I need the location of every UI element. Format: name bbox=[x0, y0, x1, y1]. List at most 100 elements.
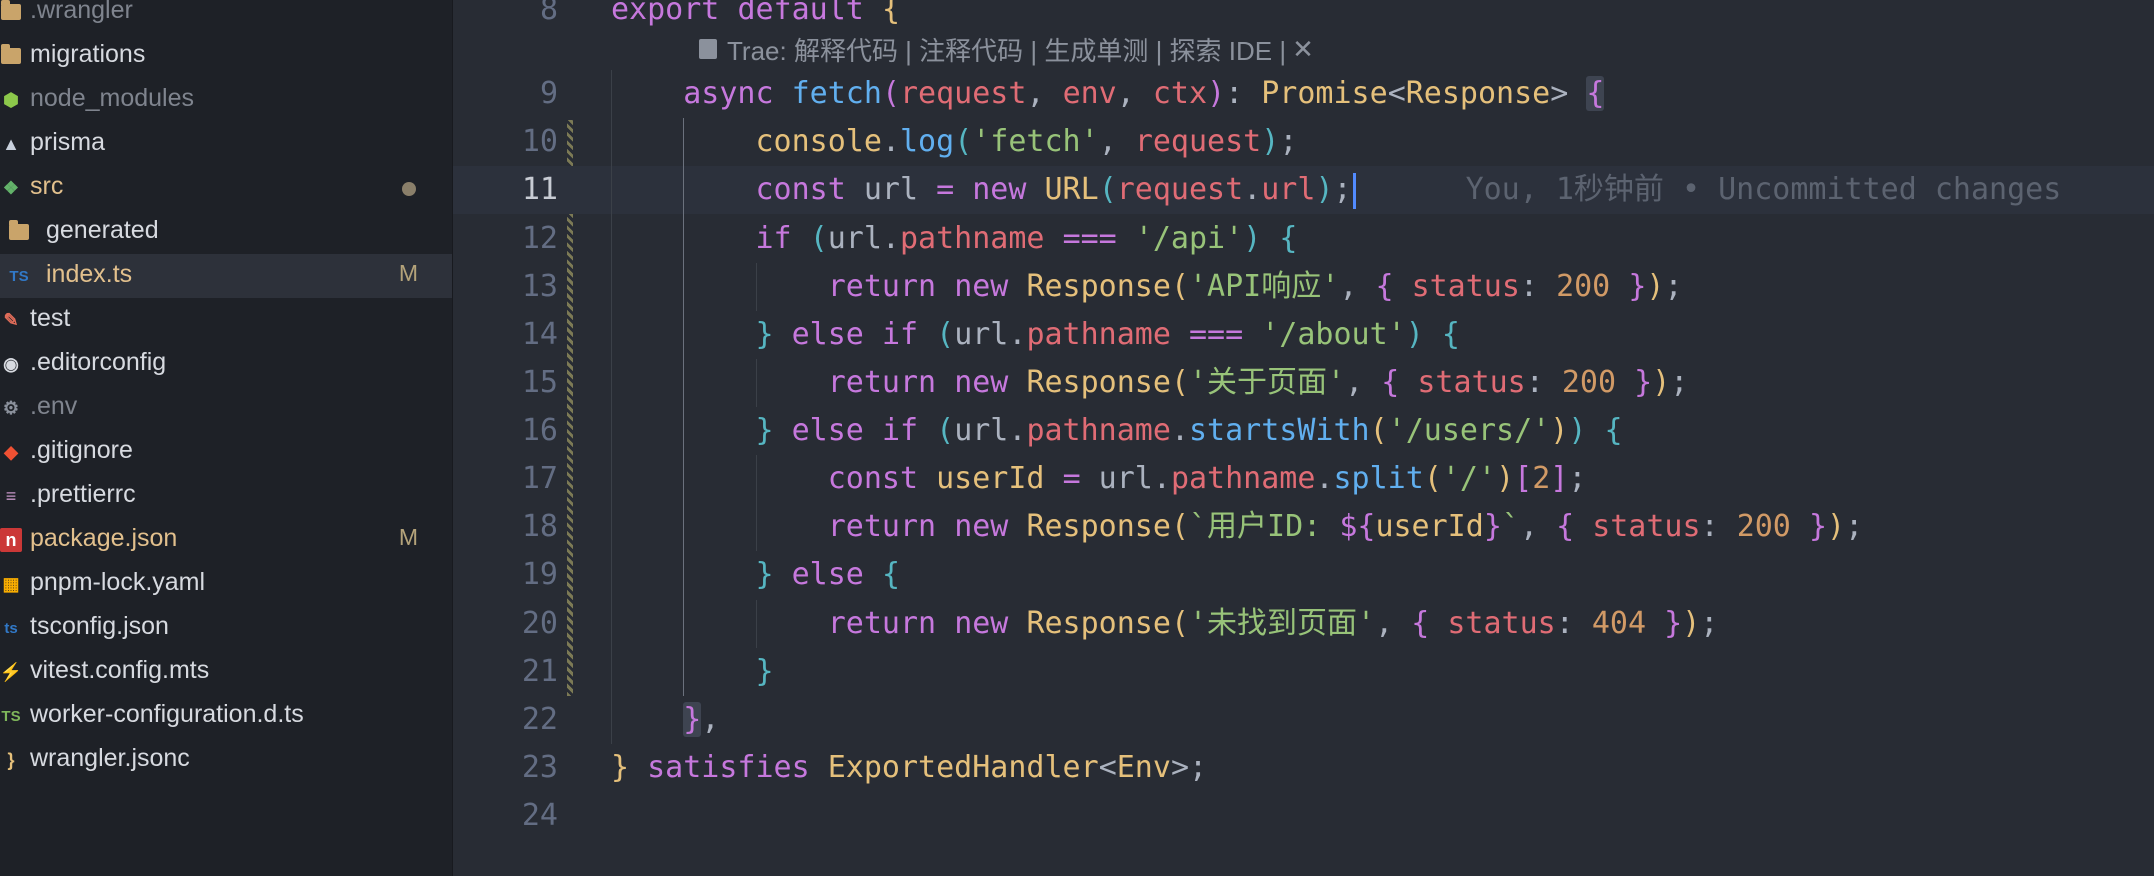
code-line[interactable]: 8 export default { bbox=[453, 0, 2154, 34]
typescript-def-icon: TS bbox=[1, 707, 21, 725]
code-line[interactable]: 19 } else { bbox=[453, 551, 2154, 599]
code-token: log bbox=[900, 124, 955, 160]
code-line[interactable]: 20 return new Response('未找到页面', { status… bbox=[453, 600, 2154, 648]
indent-guide bbox=[755, 599, 757, 648]
code-token: new bbox=[954, 364, 1009, 400]
code-token: < bbox=[1098, 749, 1117, 785]
tree-item-label: package.json bbox=[30, 524, 178, 552]
git-status-badge: M bbox=[398, 260, 418, 286]
tree-item-label: .wrangler bbox=[30, 0, 133, 24]
code-line[interactable]: 10 console.log('fetch', request); bbox=[453, 118, 2154, 166]
tree-item-label: vitest.config.mts bbox=[30, 656, 210, 684]
code-token: ) bbox=[1652, 364, 1671, 400]
code-line[interactable]: 9 async fetch(request, env, ctx): Promis… bbox=[453, 70, 2154, 118]
code-token: { bbox=[1375, 268, 1394, 304]
tree-item-label: migrations bbox=[30, 40, 146, 68]
code-line[interactable]: 15 return new Response('关于页面', { status:… bbox=[453, 359, 2154, 407]
tree-item-prettierrc[interactable]: ≡ .prettierrc bbox=[0, 474, 452, 518]
code-token: } bbox=[1634, 364, 1653, 400]
code-token: ) bbox=[1243, 220, 1262, 256]
code-line[interactable]: 18 return new Response(`用户ID: ${userId}`… bbox=[453, 503, 2154, 551]
tree-item-label: tsconfig.json bbox=[30, 612, 169, 640]
line-number: 20 bbox=[521, 605, 558, 641]
tree-item-env[interactable]: ⚙ .env bbox=[0, 386, 452, 430]
gear-icon: ⚙ bbox=[2, 397, 20, 418]
line-number: 9 bbox=[539, 76, 558, 112]
tree-item-generated[interactable]: generated bbox=[0, 210, 452, 254]
code-token: : bbox=[1225, 76, 1262, 112]
code-editor[interactable]: Trae: 解释代码 | 注释代码 | 生成单测 | 探索 IDE | ✕ 8 e… bbox=[453, 0, 2154, 876]
code-token: , bbox=[1345, 364, 1382, 400]
code-token: `用户ID: bbox=[1189, 509, 1340, 545]
code-token: ) bbox=[1315, 172, 1334, 208]
code-token: } bbox=[1628, 268, 1647, 304]
code-token: } bbox=[1483, 509, 1502, 545]
tree-item-vitest-config-mts[interactable]: ⚡ vitest.config.mts bbox=[0, 650, 452, 694]
code-token: status bbox=[1417, 364, 1526, 400]
code-token: Response bbox=[1026, 509, 1171, 545]
code-line[interactable]: 11 const url = new URL(request.url); You,… bbox=[453, 166, 2154, 215]
code-token: . bbox=[1170, 413, 1189, 448]
code-line[interactable]: 13 return new Response('API响应', { status… bbox=[453, 263, 2154, 311]
code-token: async bbox=[683, 76, 774, 112]
indent-guide bbox=[755, 455, 757, 552]
code-line[interactable]: 14 } else if (url.pathname === '/about')… bbox=[453, 311, 2154, 359]
tree-item-node-modules[interactable]: ⬢ node_modules bbox=[0, 78, 452, 122]
code-line[interactable]: 12 if (url.pathname === '/api') { bbox=[453, 215, 2154, 263]
tree-item-prisma[interactable]: ▲ prisma bbox=[0, 122, 452, 166]
tree-item-label: .editorconfig bbox=[30, 348, 167, 376]
tree-item-editorconfig[interactable]: ◉ .editorconfig bbox=[0, 342, 452, 386]
tree-item-tsconfig-json[interactable]: ts tsconfig.json bbox=[0, 606, 452, 650]
tree-item-wrangler[interactable]: .wrangler bbox=[0, 0, 452, 34]
code-token: 2 bbox=[1532, 461, 1551, 497]
prisma-icon: ▲ bbox=[2, 133, 20, 154]
tree-item-test[interactable]: ✎ test bbox=[0, 298, 452, 342]
code-token: new bbox=[954, 268, 1009, 304]
code-line[interactable]: 22 }, bbox=[453, 696, 2154, 744]
code-token: [ bbox=[1514, 461, 1533, 497]
tree-item-index-ts[interactable]: TS index.ts M bbox=[0, 254, 452, 298]
tree-item-pnpm-lock-yaml[interactable]: ▦ pnpm-lock.yaml bbox=[0, 562, 452, 606]
code-token: , bbox=[1098, 124, 1135, 160]
code-token: . bbox=[1315, 461, 1334, 497]
pnpm-icon: ▦ bbox=[2, 573, 20, 594]
close-icon[interactable]: ✕ bbox=[1292, 34, 1314, 65]
tree-item-wrangler-jsonc[interactable]: } wrangler.jsonc bbox=[0, 738, 452, 782]
code-token: ( bbox=[1170, 509, 1189, 545]
code-line[interactable]: 23} satisfies ExportedHandler<Env>; bbox=[453, 744, 2154, 792]
line-number: 15 bbox=[521, 364, 558, 400]
tree-item-package-json[interactable]: n package.json M bbox=[0, 518, 452, 562]
code-line[interactable]: 16 } else if (url.pathname.startsWith('/… bbox=[453, 407, 2154, 455]
line-number: 11 bbox=[521, 172, 558, 208]
code-token: ( bbox=[1170, 605, 1189, 641]
typescript-icon: TS bbox=[9, 267, 29, 285]
code-line[interactable]: 21 } bbox=[453, 648, 2154, 696]
codelens-actions[interactable]: Trae: 解释代码 | 注释代码 | 生成单测 | 探索 IDE | bbox=[727, 31, 1286, 68]
line-number: 22 bbox=[521, 701, 558, 737]
code-token: ; bbox=[1700, 605, 1719, 641]
code-token: URL bbox=[1044, 172, 1099, 208]
code-token: , bbox=[1339, 268, 1376, 304]
tree-item-worker-configuration-d-ts[interactable]: TS worker-configuration.d.ts bbox=[0, 694, 452, 738]
tree-item-src[interactable]: ❖ src bbox=[0, 166, 452, 210]
code-token: request bbox=[1134, 124, 1262, 160]
tree-item-label: .prettierrc bbox=[30, 480, 136, 508]
code-token: ) bbox=[1261, 124, 1280, 160]
tree-item-gitignore[interactable]: ◆ .gitignore bbox=[0, 430, 452, 474]
tree-item-migrations[interactable]: migrations bbox=[0, 34, 452, 78]
code-line[interactable]: 24 bbox=[453, 792, 2154, 840]
node-icon: ⬢ bbox=[3, 89, 19, 110]
code-token: ) bbox=[1682, 605, 1701, 641]
code-line[interactable]: 17 const userId = url.pathname.split('/'… bbox=[453, 455, 2154, 503]
tsconfig-icon: ts bbox=[4, 619, 18, 637]
trae-codelens[interactable]: Trae: 解释代码 | 注释代码 | 生成单测 | 探索 IDE | ✕ bbox=[699, 32, 1314, 66]
code-text: return new Response('API响应', { status: 2… bbox=[611, 263, 1683, 311]
